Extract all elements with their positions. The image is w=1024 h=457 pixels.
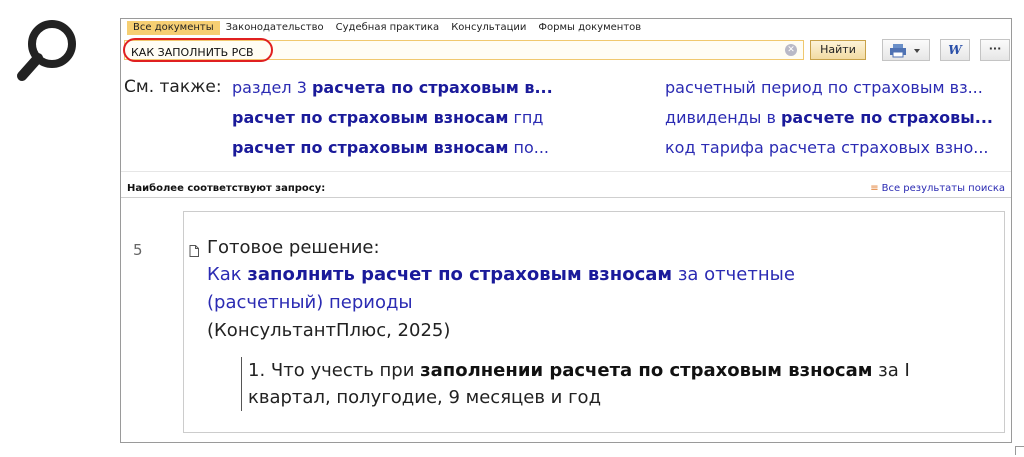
clear-icon[interactable]: ✕: [785, 44, 797, 56]
more-icon: ···: [988, 42, 1002, 55]
tab-document-forms[interactable]: Формы документов: [532, 21, 647, 35]
more-button[interactable]: ···: [980, 39, 1010, 61]
result-title-link[interactable]: Как заполнить расчет по страховым взноса…: [207, 264, 795, 285]
result-title-link-continued[interactable]: (расчетный) периоды: [207, 292, 413, 313]
chevron-down-icon: [914, 49, 920, 53]
tab-consultations[interactable]: Консультации: [445, 21, 532, 35]
document-icon: [189, 245, 199, 257]
word-export-button[interactable]: W: [940, 39, 970, 61]
see-also-link[interactable]: код тарифа расчета страховых взно...: [665, 138, 989, 157]
best-match-heading: Наиболее соответствуют запросу:: [127, 183, 326, 194]
result-number: 5: [133, 241, 143, 259]
word-icon: W: [948, 43, 962, 57]
see-also-link[interactable]: раздел 3 расчета по страховым в...: [232, 78, 553, 97]
printer-icon: [890, 44, 920, 58]
see-also-link[interactable]: расчетный период по страховым вз...: [665, 78, 983, 97]
resize-corner: [1015, 446, 1024, 455]
magnifier-icon: [17, 20, 76, 81]
result-excerpt[interactable]: 1. Что учесть при заполнении расчета по …: [241, 357, 948, 411]
search-box: ✕: [123, 38, 804, 62]
result-source: (КонсультантПлюс, 2025): [207, 320, 451, 341]
divider: [121, 197, 1011, 198]
search-window: Все документы Законодательство Судебная …: [120, 18, 1012, 443]
result-type: Готовое решение:: [207, 237, 380, 258]
see-also-label: См. также:: [124, 77, 222, 97]
tab-all-documents[interactable]: Все документы: [127, 21, 220, 35]
see-also-link[interactable]: дивиденды в расчете по страховы...: [665, 108, 993, 127]
tab-court-practice[interactable]: Судебная практика: [330, 21, 446, 35]
find-button[interactable]: Найти: [810, 40, 866, 60]
all-results-link[interactable]: ≡ Все результаты поиска: [870, 183, 1005, 194]
tab-bar: Все документы Законодательство Судебная …: [127, 21, 647, 35]
list-icon: ≡: [870, 183, 879, 194]
divider: [121, 171, 1011, 172]
see-also-link[interactable]: расчет по страховым взносам по...: [232, 138, 549, 157]
search-input[interactable]: [125, 43, 771, 62]
see-also-link[interactable]: расчет по страховым взносам гпд: [232, 108, 543, 127]
print-button[interactable]: [882, 39, 930, 61]
search-row: ✕ Найти W ···: [123, 36, 1010, 64]
tab-legislation[interactable]: Законодательство: [220, 21, 330, 35]
